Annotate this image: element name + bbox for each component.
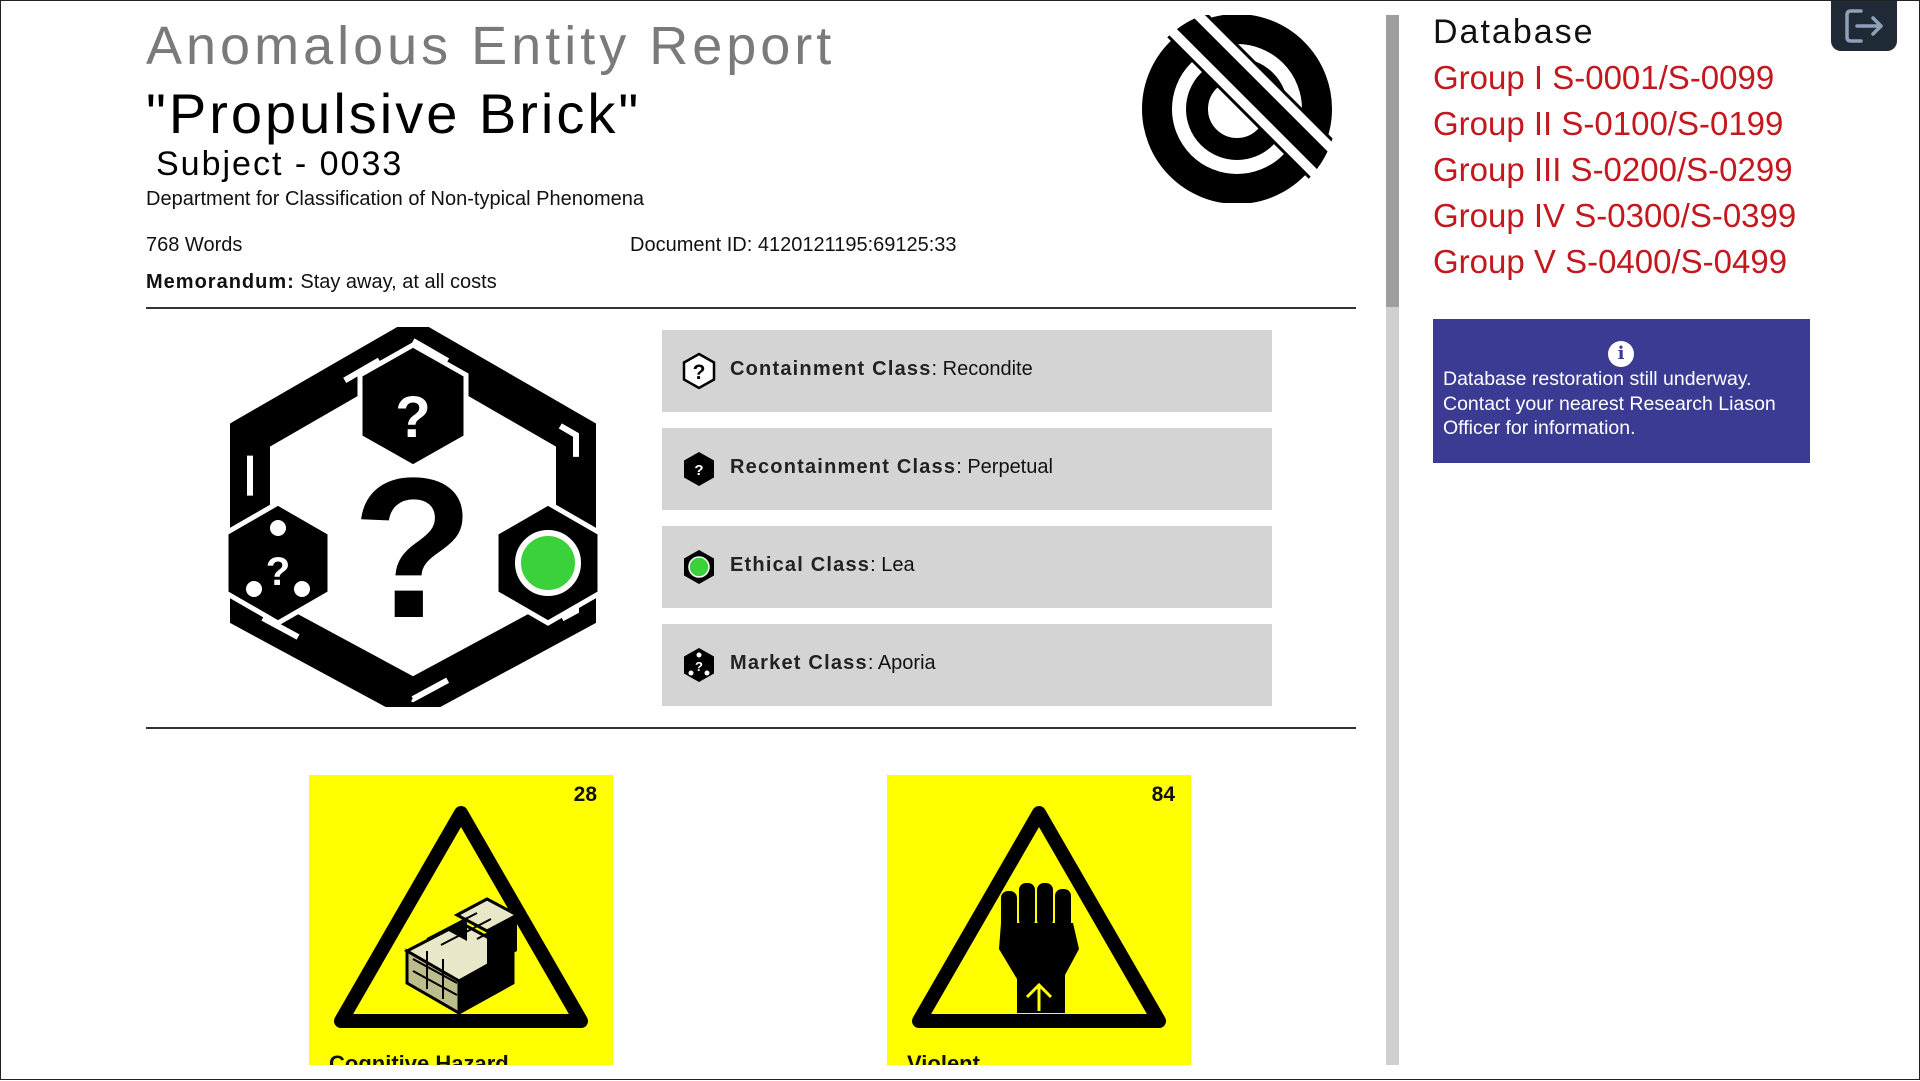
sidebar-title: Database [1433, 13, 1595, 51]
sidebar-link-group-3[interactable]: Group III S-0200/S-0299 [1433, 151, 1793, 189]
sidebar-link-group-4[interactable]: Group IV S-0300/S-0399 [1433, 197, 1796, 235]
green-dot-hex-icon [684, 550, 714, 584]
hazard-caption: Cognitive Hazard [329, 1051, 509, 1065]
recontainment-class-row: ? Recontainment Class: Perpetual [662, 428, 1272, 510]
notice-message: Database restoration still underway. Con… [1443, 368, 1776, 439]
hazard-card-violent[interactable]: 84 Violent [887, 775, 1191, 1065]
dots-question-hex-icon: ? [684, 648, 714, 682]
market-class-row: ? Market Class: Aporia [662, 624, 1272, 706]
organization-logo-icon [1142, 15, 1337, 203]
svg-text:?: ? [695, 659, 703, 674]
recontainment-class-text: Recontainment Class: Perpetual [730, 456, 1053, 479]
department-name: Department for Classification of Non-typ… [146, 188, 645, 210]
svg-text:?: ? [352, 437, 474, 660]
svg-text:?: ? [694, 462, 703, 479]
sidebar-link-group-1[interactable]: Group I S-0001/S-0099 [1433, 59, 1774, 97]
scrollbar-thumb[interactable] [1386, 15, 1399, 307]
info-icon: i [1608, 341, 1634, 367]
restoration-notice: i Database restoration still underway. C… [1433, 319, 1810, 463]
class-value: : Perpetual [956, 456, 1053, 478]
question-hex-filled-icon: ? [684, 452, 714, 486]
svg-text:?: ? [266, 550, 290, 594]
report-main: Anomalous Entity Report "Propulsive Bric… [146, 1, 1356, 1081]
svg-text:?: ? [693, 361, 706, 384]
sidebar-link-group-5[interactable]: Group V S-0400/S-0499 [1433, 243, 1787, 281]
raised-fist-warning-icon [912, 806, 1166, 1028]
divider-middle [146, 727, 1356, 729]
class-value: : Lea [870, 554, 915, 576]
document-id: Document ID: 4120121195:69125:33 [630, 234, 957, 256]
memorandum-label: Memorandum: [146, 271, 295, 293]
class-value: : Recondite [931, 358, 1033, 380]
classification-emblem-icon: ? ? ? [226, 327, 600, 707]
class-label: Recontainment Class [730, 456, 957, 478]
question-hex-outline-icon: ? [682, 352, 716, 390]
subject-name: "Propulsive Brick" [146, 82, 642, 145]
ethical-class-row: Ethical Class: Lea [662, 526, 1272, 608]
subject-id: Subject - 0033 [156, 145, 404, 183]
impossible-brick-warning-icon [334, 806, 588, 1028]
word-count: 768 Words [146, 234, 243, 256]
class-value: : Aporia [867, 652, 936, 674]
hazard-caption: Violent [907, 1051, 980, 1065]
memorandum-text: Stay away, at all costs [294, 271, 497, 293]
market-class-text: Market Class: Aporia [730, 652, 936, 675]
containment-class-row: ? Containment Class: Recondite [662, 330, 1272, 412]
logout-button[interactable] [1831, 1, 1897, 51]
containment-class-text: Containment Class: Recondite [730, 358, 1033, 381]
memorandum: Memorandum: Stay away, at all costs [146, 271, 497, 294]
class-label: Ethical Class [730, 554, 871, 576]
ethical-class-text: Ethical Class: Lea [730, 554, 915, 577]
divider-top [146, 307, 1356, 309]
hazard-card-cognitive[interactable]: 28 Cognitive Hazard [309, 775, 613, 1065]
page-title: Anomalous Entity Report [146, 16, 836, 76]
sidebar-link-group-2[interactable]: Group II S-0100/S-0199 [1433, 105, 1783, 143]
class-label: Market Class [730, 652, 868, 674]
class-label: Containment Class [730, 358, 932, 380]
logout-icon [1845, 9, 1883, 43]
